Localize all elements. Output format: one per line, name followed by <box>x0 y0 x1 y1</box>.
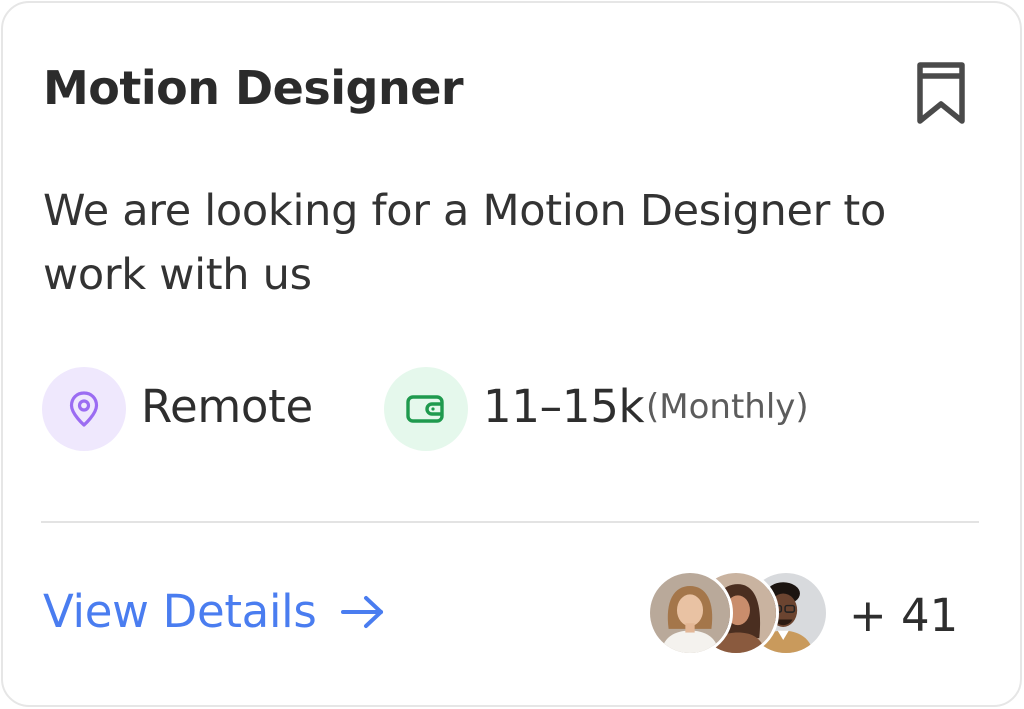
avatar <box>647 570 733 656</box>
job-salary: 11–15k <box>483 380 645 433</box>
view-details-label: View Details <box>43 585 317 638</box>
location-icon-badge <box>42 367 126 451</box>
job-description: We are looking for a Motion Designer to … <box>43 186 886 300</box>
applicant-avatars <box>647 570 833 658</box>
view-details-link[interactable]: View Details <box>43 585 387 638</box>
applicant-count: + 41 <box>849 589 959 642</box>
bookmark-icon <box>917 62 965 124</box>
map-pin-icon <box>69 391 99 427</box>
salary-icon-badge <box>384 367 468 451</box>
job-location: Remote <box>141 380 313 433</box>
job-title: Motion Designer <box>43 61 464 115</box>
bookmark-button[interactable] <box>911 59 971 127</box>
wallet-icon <box>406 395 444 423</box>
salary-period: (Monthly) <box>646 387 809 427</box>
job-card: Motion Designer We are looking for a Mot… <box>1 1 1022 707</box>
divider <box>41 521 979 523</box>
arrow-right-icon <box>340 595 383 628</box>
